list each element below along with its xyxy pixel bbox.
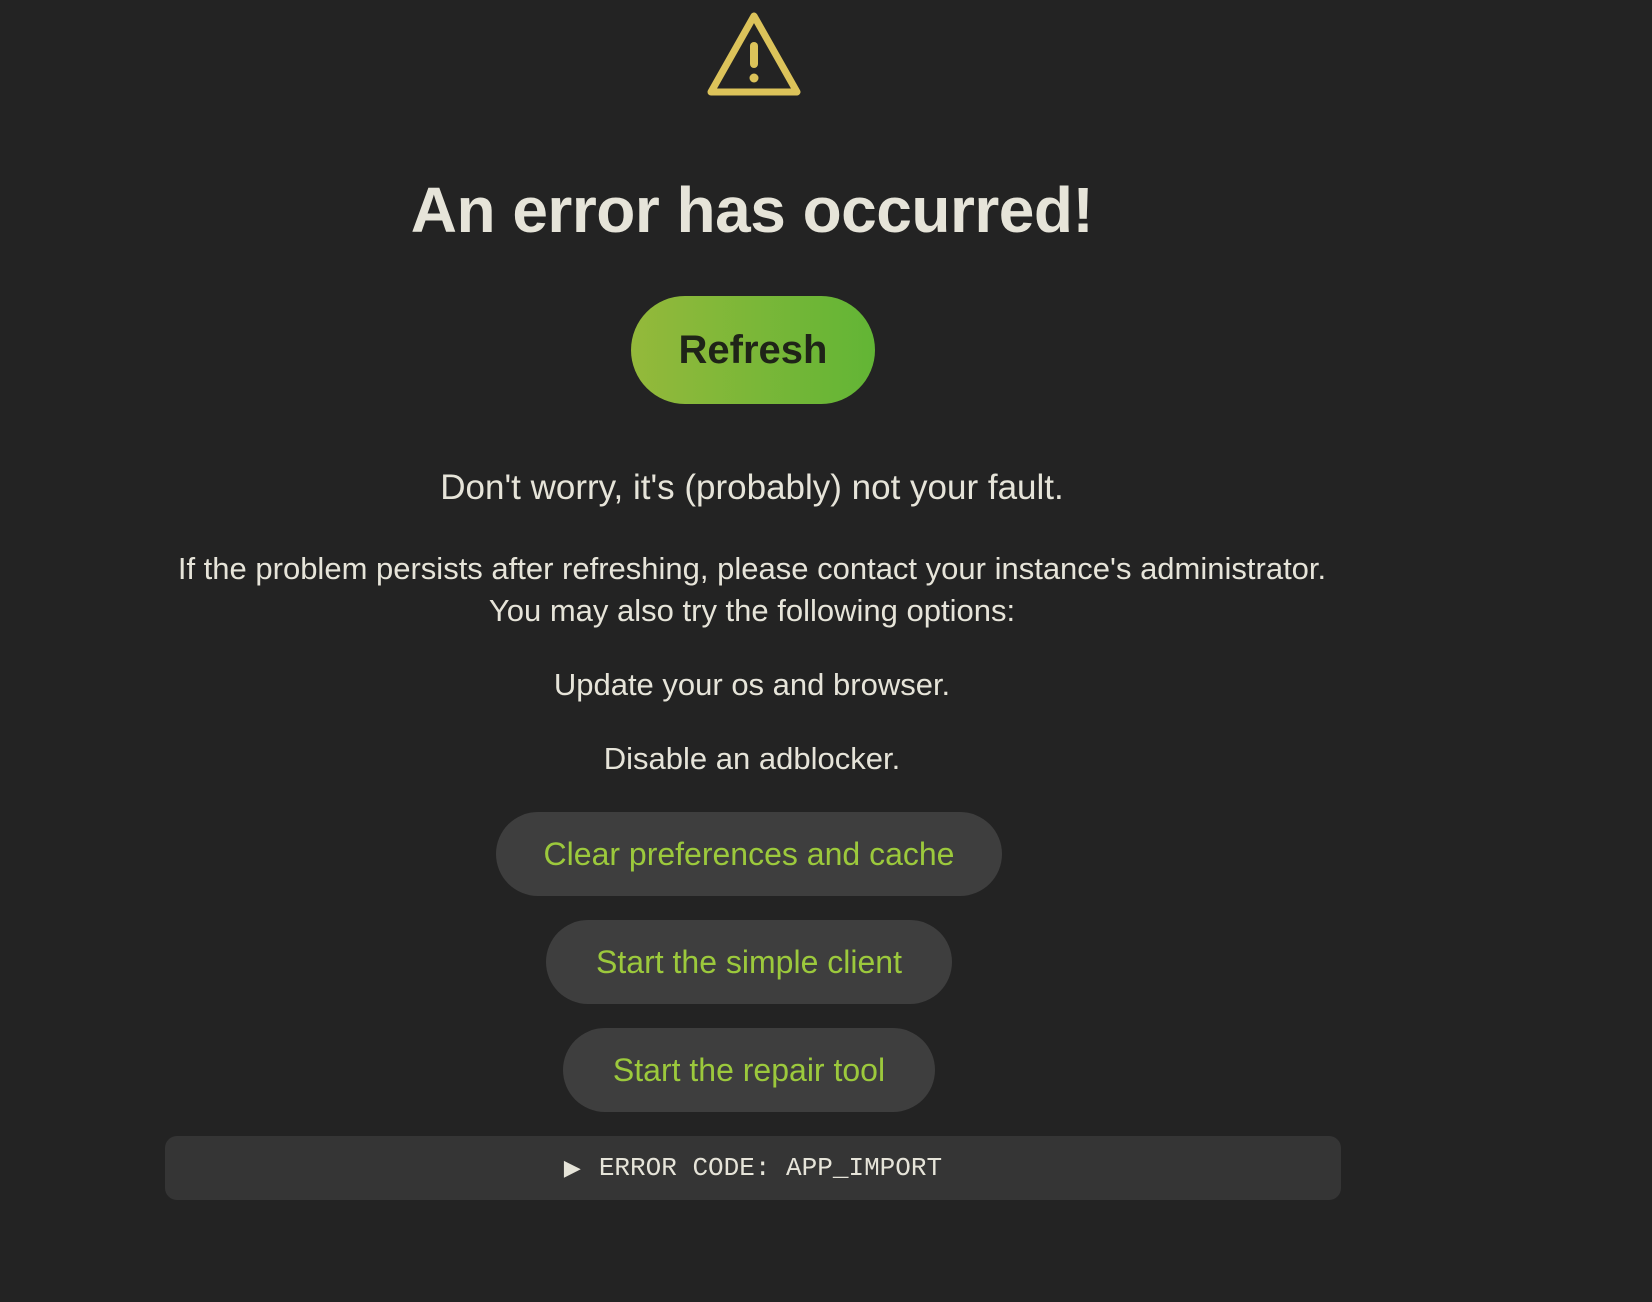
error-code-details[interactable]: ▶ ERROR CODE: APP_IMPORT	[165, 1136, 1341, 1200]
caret-right-icon: ▶	[563, 1156, 581, 1181]
refresh-button[interactable]: Refresh	[631, 296, 875, 404]
persist-message: If the problem persists after refreshing…	[177, 551, 1327, 586]
reassurance-text: Don't worry, it's (probably) not your fa…	[440, 468, 1064, 507]
error-code-text: ERROR CODE: APP_IMPORT	[598, 1153, 943, 1183]
start-repair-tool-button[interactable]: Start the repair tool	[563, 1028, 935, 1112]
start-simple-client-button[interactable]: Start the simple client	[546, 920, 952, 1004]
option-update-text: Update your os and browser.	[553, 667, 951, 702]
error-page: An error has occurred! Refresh Don't wor…	[0, 0, 1652, 1302]
options-intro: You may also try the following options:	[488, 593, 1016, 628]
page-title: An error has occurred!	[410, 174, 1094, 246]
clear-preferences-cache-button[interactable]: Clear preferences and cache	[496, 812, 1002, 896]
warning-triangle-icon	[707, 12, 801, 96]
option-adblock-text: Disable an adblocker.	[603, 741, 901, 776]
